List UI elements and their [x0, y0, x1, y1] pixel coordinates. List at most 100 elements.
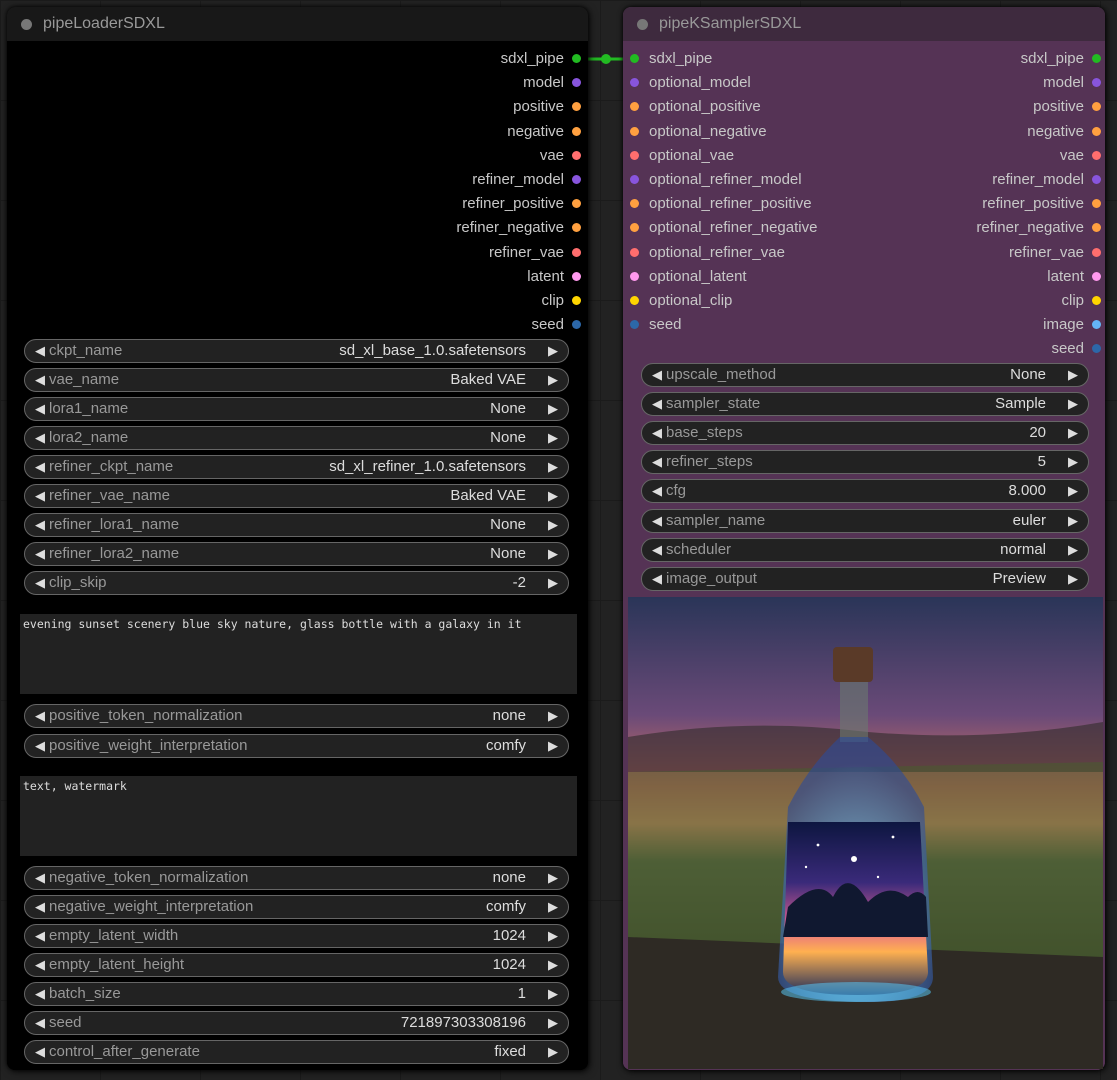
collapse-dot-icon[interactable]	[637, 19, 648, 30]
widget-refiner-lora1-name[interactable]: ◀ refiner_lora1_name None ▶	[24, 513, 569, 537]
input-slot-optional-refiner-vae[interactable]: optional_refiner_vae	[630, 243, 785, 263]
slot-dot-icon[interactable]	[630, 78, 639, 88]
widget-refiner-vae-name[interactable]: ◀ refiner_vae_name Baked VAE ▶	[24, 484, 569, 508]
input-slot-seed[interactable]: seed	[630, 315, 682, 335]
output-slot-clip[interactable]: clip	[541, 291, 581, 311]
decrement-arrow-icon[interactable]: ◀	[31, 705, 49, 727]
pipe-loader-node[interactable]: pipeLoaderSDXL sdxl_pipe model positive neg…	[7, 7, 588, 1070]
slot-dot-icon[interactable]	[630, 150, 639, 160]
slot-dot-icon[interactable]	[572, 175, 581, 184]
input-slot-optional-clip[interactable]: optional_clip	[630, 291, 732, 311]
output-slot-refiner-positive[interactable]: refiner_positive	[462, 194, 581, 214]
decrement-arrow-icon[interactable]: ◀	[31, 485, 49, 507]
increment-arrow-icon[interactable]: ▶	[544, 983, 562, 1005]
output-slot-latent[interactable]: latent	[527, 267, 581, 287]
decrement-arrow-icon[interactable]: ◀	[648, 539, 666, 561]
widget-value[interactable]: 8.000	[1008, 480, 1046, 502]
slot-dot-icon[interactable]	[630, 175, 639, 184]
output-slot-refiner-negative[interactable]: refiner_negative	[976, 218, 1101, 238]
decrement-arrow-icon[interactable]: ◀	[31, 456, 49, 478]
increment-arrow-icon[interactable]: ▶	[544, 896, 562, 918]
decrement-arrow-icon[interactable]: ◀	[648, 480, 666, 502]
decrement-arrow-icon[interactable]: ◀	[648, 364, 666, 386]
widget-refiner-steps[interactable]: ◀ refiner_steps 5 ▶	[641, 450, 1089, 475]
widget-negative-token-normalization[interactable]: ◀ negative_token_normalization none ▶	[24, 866, 569, 890]
slot-dot-icon[interactable]	[572, 320, 581, 330]
widget-refiner-lora2-name[interactable]: ◀ refiner_lora2_name None ▶	[24, 542, 569, 566]
slot-dot-icon[interactable]	[630, 320, 639, 330]
output-slot-positive[interactable]: positive	[1033, 97, 1101, 117]
input-slot-optional-positive[interactable]: optional_positive	[630, 97, 761, 117]
output-slot-image[interactable]: image	[1043, 315, 1101, 335]
increment-arrow-icon[interactable]: ▶	[544, 705, 562, 727]
increment-arrow-icon[interactable]: ▶	[544, 867, 562, 889]
increment-arrow-icon[interactable]: ▶	[1064, 393, 1082, 415]
slot-dot-icon[interactable]	[572, 247, 581, 257]
slot-dot-icon[interactable]	[572, 223, 581, 233]
node-title-bar[interactable]: pipeKSamplerSDXL	[623, 7, 1105, 41]
increment-arrow-icon[interactable]: ▶	[1064, 539, 1082, 561]
slot-dot-icon[interactable]	[1092, 175, 1101, 184]
output-slot-negative[interactable]: negative	[507, 122, 581, 142]
decrement-arrow-icon[interactable]: ◀	[31, 925, 49, 947]
decrement-arrow-icon[interactable]: ◀	[31, 340, 49, 362]
slot-dot-icon[interactable]	[1092, 271, 1101, 281]
widget-vae-name[interactable]: ◀ vae_name Baked VAE ▶	[24, 368, 569, 392]
widget-negative-weight-interpretation[interactable]: ◀ negative_weight_interpretation comfy ▶	[24, 895, 569, 919]
output-slot-sdxl-pipe[interactable]: sdxl_pipe	[501, 49, 581, 69]
slot-dot-icon[interactable]	[630, 54, 639, 63]
slot-dot-icon[interactable]	[1092, 247, 1101, 257]
input-slot-optional-refiner-positive[interactable]: optional_refiner_positive	[630, 194, 812, 214]
slot-dot-icon[interactable]	[1092, 320, 1101, 330]
output-slot-vae[interactable]: vae	[1060, 146, 1101, 166]
decrement-arrow-icon[interactable]: ◀	[31, 983, 49, 1005]
widget-value[interactable]: Preview	[993, 568, 1046, 590]
decrement-arrow-icon[interactable]: ◀	[31, 514, 49, 536]
increment-arrow-icon[interactable]: ▶	[1064, 422, 1082, 444]
widget-cfg[interactable]: ◀ cfg 8.000 ▶	[641, 479, 1089, 504]
slot-dot-icon[interactable]	[1092, 78, 1101, 88]
widget-empty-latent-height[interactable]: ◀ empty_latent_height 1024 ▶	[24, 953, 569, 977]
widget-value[interactable]: -2	[513, 572, 526, 594]
widget-ckpt-name[interactable]: ◀ ckpt_name sd_xl_base_1.0.safetensors ▶	[24, 339, 569, 363]
slot-dot-icon[interactable]	[630, 102, 639, 112]
slot-dot-icon[interactable]	[1092, 296, 1101, 305]
increment-arrow-icon[interactable]: ▶	[1064, 510, 1082, 532]
widget-value[interactable]: fixed	[494, 1041, 526, 1063]
input-slot-optional-refiner-negative[interactable]: optional_refiner_negative	[630, 218, 817, 238]
output-slot-refiner-vae[interactable]: refiner_vae	[489, 243, 581, 263]
decrement-arrow-icon[interactable]: ◀	[31, 896, 49, 918]
decrement-arrow-icon[interactable]: ◀	[31, 1041, 49, 1063]
widget-scheduler[interactable]: ◀ scheduler normal ▶	[641, 537, 1089, 562]
slot-dot-icon[interactable]	[1092, 344, 1101, 354]
slot-dot-icon[interactable]	[630, 247, 639, 257]
widget-refiner-ckpt-name[interactable]: ◀ refiner_ckpt_name sd_xl_refiner_1.0.safe…	[24, 455, 569, 479]
widget-value[interactable]: Baked VAE	[450, 369, 526, 391]
widget-value[interactable]: comfy	[486, 735, 526, 757]
decrement-arrow-icon[interactable]: ◀	[31, 1012, 49, 1034]
decrement-arrow-icon[interactable]: ◀	[648, 422, 666, 444]
output-slot-latent[interactable]: latent	[1047, 267, 1101, 287]
decrement-arrow-icon[interactable]: ◀	[31, 369, 49, 391]
increment-arrow-icon[interactable]: ▶	[544, 1012, 562, 1034]
slot-dot-icon[interactable]	[572, 78, 581, 88]
widget-batch-size[interactable]: ◀ batch_size 1 ▶	[24, 982, 569, 1006]
output-slot-model[interactable]: model	[1043, 73, 1101, 93]
widget-value[interactable]: Sample	[995, 393, 1046, 415]
widget-value[interactable]: 1024	[493, 954, 526, 976]
decrement-arrow-icon[interactable]: ◀	[31, 954, 49, 976]
widget-empty-latent-width[interactable]: ◀ empty_latent_width 1024 ▶	[24, 924, 569, 948]
increment-arrow-icon[interactable]: ▶	[1064, 568, 1082, 590]
output-slot-refiner-positive[interactable]: refiner_positive	[982, 194, 1101, 214]
decrement-arrow-icon[interactable]: ◀	[648, 393, 666, 415]
output-slot-seed[interactable]: seed	[531, 315, 581, 335]
input-slot-sdxl-pipe[interactable]: sdxl_pipe	[630, 49, 712, 69]
slot-dot-icon[interactable]	[572, 102, 581, 112]
widget-lora2-name[interactable]: ◀ lora2_name None ▶	[24, 426, 569, 450]
increment-arrow-icon[interactable]: ▶	[544, 954, 562, 976]
output-slot-negative[interactable]: negative	[1027, 122, 1101, 142]
widget-value[interactable]: 1024	[493, 925, 526, 947]
output-slot-positive[interactable]: positive	[513, 97, 581, 117]
decrement-arrow-icon[interactable]: ◀	[31, 867, 49, 889]
increment-arrow-icon[interactable]: ▶	[1064, 451, 1082, 473]
